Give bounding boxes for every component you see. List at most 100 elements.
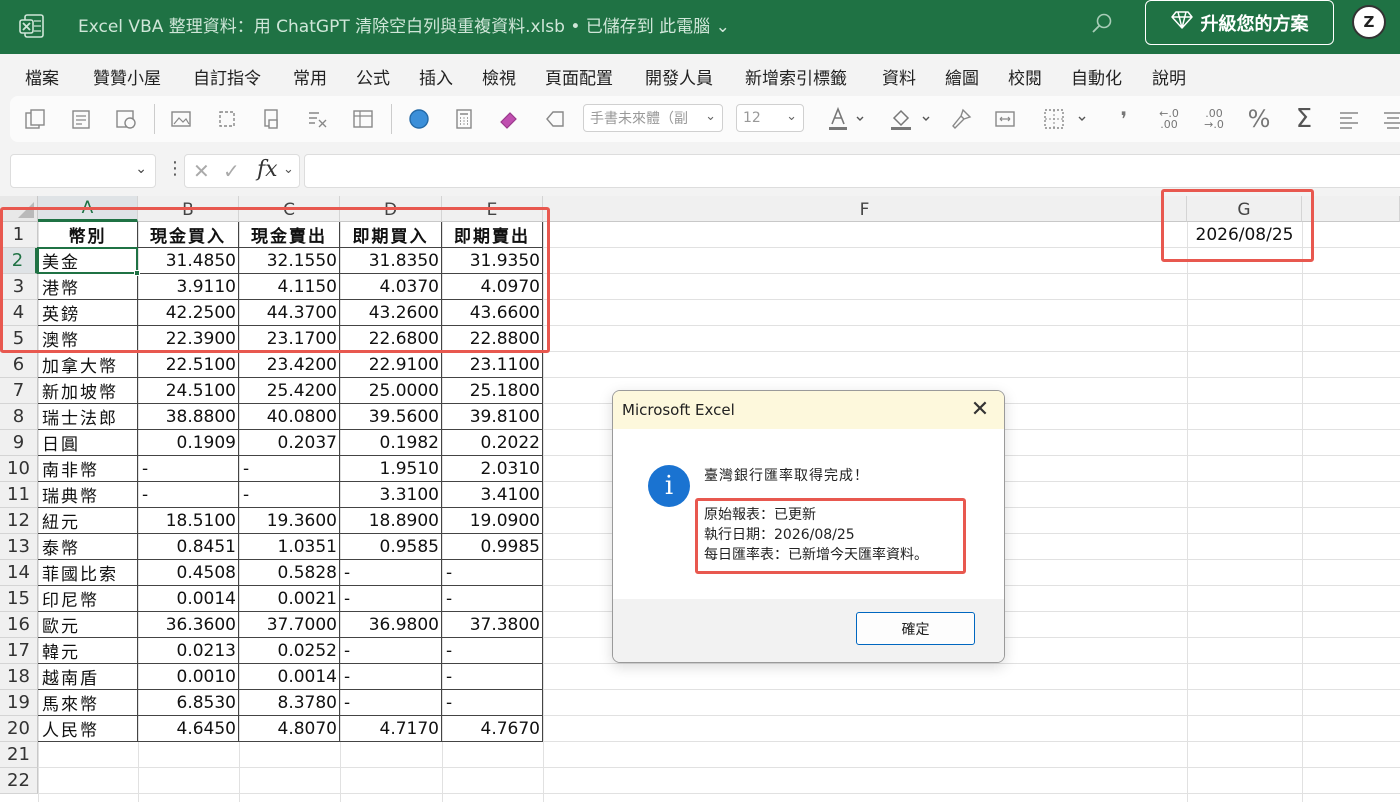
rate-cell[interactable]: 22.9100 <box>340 352 442 378</box>
row-header-20[interactable]: 20 <box>0 716 38 742</box>
document-title[interactable]: Excel VBA 整理資料：用 ChatGPT 清除空白列與重複資料.xlsb… <box>78 12 730 37</box>
currency-cell[interactable]: 日圓 <box>38 430 138 456</box>
percent-icon[interactable]: % <box>1246 105 1272 133</box>
format-painter-icon[interactable] <box>259 106 285 132</box>
chevron-down-icon[interactable]: ⌄ <box>283 162 294 177</box>
currency-cell[interactable]: 馬來幣 <box>38 690 138 716</box>
menu-new-tab[interactable]: 新增索引標籤 <box>745 64 847 89</box>
currency-cell[interactable]: 泰幣 <box>38 534 138 560</box>
menu-data[interactable]: 資料 <box>882 64 916 89</box>
align-left-icon[interactable] <box>1336 106 1362 132</box>
rate-cell[interactable]: 39.5600 <box>340 404 442 430</box>
ok-button[interactable]: 確定 <box>856 612 975 645</box>
more-icon[interactable]: ⋮ <box>166 158 184 179</box>
rate-cell[interactable]: - <box>340 690 442 716</box>
currency-cell[interactable]: 瑞士法郎 <box>38 404 138 430</box>
avatar[interactable]: Z <box>1352 5 1386 39</box>
menu-formulas[interactable]: 公式 <box>356 64 390 89</box>
row-header-19[interactable]: 19 <box>0 690 38 716</box>
rate-cell[interactable]: 0.0014 <box>239 664 340 690</box>
calculator-icon[interactable] <box>451 106 477 132</box>
rate-cell[interactable]: - <box>442 560 543 586</box>
rate-cell[interactable]: 0.0213 <box>138 638 239 664</box>
rate-cell[interactable]: 4.6450 <box>138 716 239 742</box>
formula-input[interactable] <box>304 154 1400 188</box>
insert-function-button[interactable]: fx <box>257 157 278 182</box>
copy-icon[interactable] <box>22 106 48 132</box>
rate-cell[interactable]: - <box>239 482 340 508</box>
menu-developer[interactable]: 開發人員 <box>645 64 713 89</box>
rate-cell[interactable]: 0.2022 <box>442 430 543 456</box>
currency-cell[interactable]: 韓元 <box>38 638 138 664</box>
align-center-icon[interactable] <box>1380 106 1400 132</box>
excel-logo-icon[interactable] <box>18 12 46 40</box>
rate-cell[interactable]: 0.8451 <box>138 534 239 560</box>
rate-cell[interactable]: 24.5100 <box>138 378 239 404</box>
rate-cell[interactable]: 1.9510 <box>340 456 442 482</box>
menu-file[interactable]: 檔案 <box>25 64 59 89</box>
currency-cell[interactable]: 瑞典幣 <box>38 482 138 508</box>
merge-icon[interactable] <box>992 106 1018 132</box>
row-header-8[interactable]: 8 <box>0 404 38 430</box>
rate-cell[interactable]: 1.0351 <box>239 534 340 560</box>
rate-cell[interactable]: 3.4100 <box>442 482 543 508</box>
comma-icon[interactable]: ❜ <box>1111 106 1137 132</box>
rate-cell[interactable]: 22.5100 <box>138 352 239 378</box>
currency-cell[interactable]: 紐元 <box>38 508 138 534</box>
row-header-7[interactable]: 7 <box>0 378 38 404</box>
rate-cell[interactable]: 0.9585 <box>340 534 442 560</box>
rate-cell[interactable]: 19.3600 <box>239 508 340 534</box>
rate-cell[interactable]: - <box>340 586 442 612</box>
rate-cell[interactable]: 23.1100 <box>442 352 543 378</box>
rate-cell[interactable]: 4.7670 <box>442 716 543 742</box>
rate-cell[interactable]: 0.1909 <box>138 430 239 456</box>
select-icon[interactable] <box>214 106 240 132</box>
menu-help[interactable]: 說明 <box>1152 64 1186 89</box>
row-header-13[interactable]: 13 <box>0 534 38 560</box>
row-header-9[interactable]: 9 <box>0 430 38 456</box>
row-header-12[interactable]: 12 <box>0 508 38 534</box>
row-header-11[interactable]: 11 <box>0 482 38 508</box>
currency-cell[interactable]: 南非幣 <box>38 456 138 482</box>
row-header-15[interactable]: 15 <box>0 586 38 612</box>
rate-cell[interactable]: - <box>340 638 442 664</box>
menu-review[interactable]: 校閱 <box>1008 64 1042 89</box>
upgrade-plan-button[interactable]: 升級您的方案 <box>1145 0 1334 45</box>
rate-cell[interactable]: - <box>239 456 340 482</box>
rate-cell[interactable]: 37.3800 <box>442 612 543 638</box>
currency-cell[interactable]: 歐元 <box>38 612 138 638</box>
rate-cell[interactable]: - <box>138 482 239 508</box>
rate-cell[interactable]: 19.0900 <box>442 508 543 534</box>
rate-cell[interactable]: 0.0252 <box>239 638 340 664</box>
border-icon[interactable] <box>1042 106 1090 132</box>
font-name-dropdown[interactable]: 手書未來體（副 ⌄ <box>583 104 723 132</box>
rate-cell[interactable]: 0.0010 <box>138 664 239 690</box>
row-header-10[interactable]: 10 <box>0 456 38 482</box>
rate-cell[interactable]: 0.2037 <box>239 430 340 456</box>
row-header-21[interactable]: 21 <box>0 742 38 768</box>
rate-cell[interactable]: 18.8900 <box>340 508 442 534</box>
menu-insert[interactable]: 插入 <box>419 64 453 89</box>
row-header-14[interactable]: 14 <box>0 560 38 586</box>
search-icon[interactable] <box>1088 10 1116 38</box>
rate-cell[interactable]: 25.4200 <box>239 378 340 404</box>
rate-cell[interactable]: 8.3780 <box>239 690 340 716</box>
rate-cell[interactable]: - <box>442 690 543 716</box>
rate-cell[interactable]: - <box>442 664 543 690</box>
rate-cell[interactable]: 40.0800 <box>239 404 340 430</box>
menu-view[interactable]: 檢視 <box>482 64 516 89</box>
close-icon[interactable]: ✕ <box>966 395 994 423</box>
rate-cell[interactable]: 4.7170 <box>340 716 442 742</box>
rate-cell[interactable]: 39.8100 <box>442 404 543 430</box>
rate-cell[interactable]: - <box>340 664 442 690</box>
rate-cell[interactable]: 0.4508 <box>138 560 239 586</box>
shape-icon[interactable] <box>542 106 568 132</box>
rate-cell[interactable]: 0.1982 <box>340 430 442 456</box>
rate-cell[interactable]: 18.5100 <box>138 508 239 534</box>
rate-cell[interactable]: 0.0014 <box>138 586 239 612</box>
rate-cell[interactable]: 0.5828 <box>239 560 340 586</box>
rate-cell[interactable]: 2.0310 <box>442 456 543 482</box>
menu-custom-cabin[interactable]: 贊贊小屋 <box>93 64 161 89</box>
row-header-17[interactable]: 17 <box>0 638 38 664</box>
rate-cell[interactable]: 36.3600 <box>138 612 239 638</box>
